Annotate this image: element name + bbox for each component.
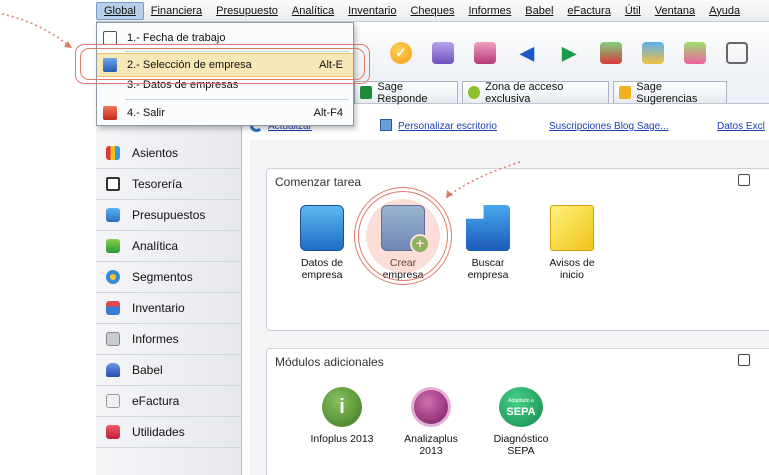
arrow-to-menu bbox=[1, 13, 73, 49]
arrow-head-menu bbox=[64, 41, 72, 48]
arrow-to-tile bbox=[445, 161, 521, 199]
annotation-arrows bbox=[1, 13, 521, 199]
app-window: Global Financiera Presupuesto Analítica … bbox=[0, 0, 769, 475]
